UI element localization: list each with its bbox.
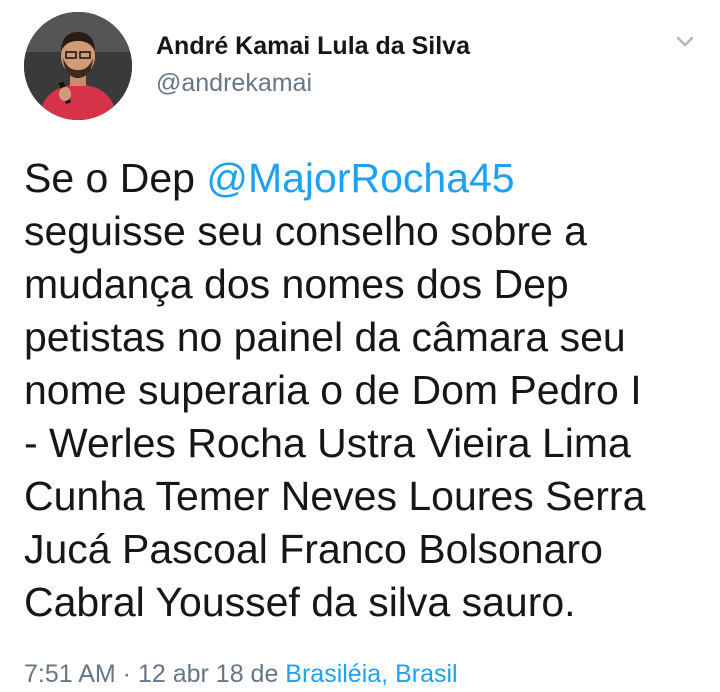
chevron-down-icon[interactable] — [672, 28, 698, 54]
location-link[interactable]: Brasiléia, Brasil — [285, 660, 457, 688]
author-block: André Kamai Lula da Silva @andrekamai — [156, 30, 470, 98]
tweet-line: nome superaria o de Dom Pedro I — [24, 367, 642, 413]
tweet-date[interactable]: 12 abr 18 — [138, 660, 244, 688]
tweet-line: Cunha Temer Neves Loures Serra — [24, 473, 646, 519]
avatar[interactable] — [24, 12, 132, 120]
tweet-line: - Werles Rocha Ustra Vieira Lima — [24, 420, 631, 466]
tweet-line: Se o Dep @MajorRocha45 — [24, 152, 714, 205]
tweet-line: mudança dos nomes dos Dep — [24, 261, 569, 307]
tweet-line: Cabral Youssef da silva sauro. — [24, 579, 576, 625]
tweet-line: Jucá Pascoal Franco Bolsonaro — [24, 526, 603, 572]
display-name[interactable]: André Kamai Lula da Silva — [156, 30, 470, 62]
meta-separator: · — [115, 660, 138, 688]
tweet-line: seguisse seu conselho sobre a — [24, 208, 587, 254]
mention-link[interactable]: @MajorRocha45 — [206, 155, 514, 201]
tweet-line: petistas no painel da câmara seu — [24, 314, 626, 360]
tweet-time[interactable]: 7:51 AM — [24, 660, 116, 688]
tweet-line-prefix: Se o Dep — [24, 155, 207, 201]
tweet-text: Se o Dep @MajorRocha45 seguisse seu cons… — [24, 152, 714, 629]
tweet-meta: 7:51 AM · 12 abr 18 de Brasiléia, Brasil — [24, 660, 458, 689]
user-handle[interactable]: @andrekamai — [156, 68, 470, 98]
tweet: André Kamai Lula da Silva @andrekamai Se… — [0, 0, 720, 692]
meta-from: de — [243, 660, 286, 688]
